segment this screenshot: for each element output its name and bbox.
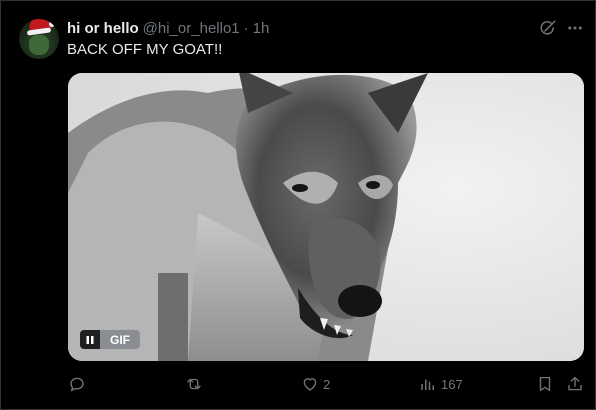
share-button[interactable] — [566, 374, 584, 394]
author-handle[interactable]: @hi_or_hello1 — [143, 20, 240, 37]
views-button[interactable]: 167 — [419, 374, 463, 394]
like-count: 2 — [323, 376, 331, 392]
views-icon — [421, 379, 434, 390]
post-header: hi or hello @hi_or_hello1 · 1h — [67, 19, 269, 37]
grok-icon[interactable] — [538, 18, 558, 38]
post-timestamp[interactable]: 1h — [253, 20, 270, 37]
bookmark-icon — [539, 376, 551, 392]
author-name[interactable]: hi or hello — [67, 20, 139, 37]
repost-button[interactable] — [185, 374, 207, 394]
wolf-gif-image — [68, 73, 584, 361]
repost-icon — [187, 378, 201, 390]
more-icon[interactable] — [565, 18, 585, 38]
share-icon — [568, 376, 582, 391]
view-count: 167 — [441, 376, 463, 392]
action-bar: 2 167 — [0, 374, 596, 394]
bookmark-button[interactable] — [536, 374, 554, 394]
separator-dot: · — [243, 19, 249, 37]
avatar[interactable] — [19, 19, 59, 59]
avatar-face — [29, 35, 49, 55]
reply-button[interactable] — [68, 374, 90, 394]
pause-button[interactable] — [80, 330, 100, 349]
like-button[interactable]: 2 — [301, 374, 330, 394]
gif-controls: GIF — [80, 330, 140, 349]
santa-hat-pom — [49, 21, 55, 27]
pause-icon — [86, 335, 94, 344]
post-text: BACK OFF MY GOAT!! — [67, 41, 223, 58]
gif-media[interactable] — [68, 73, 584, 361]
heart-icon — [303, 378, 317, 391]
reply-icon — [70, 377, 84, 392]
gif-badge: GIF — [100, 330, 140, 349]
